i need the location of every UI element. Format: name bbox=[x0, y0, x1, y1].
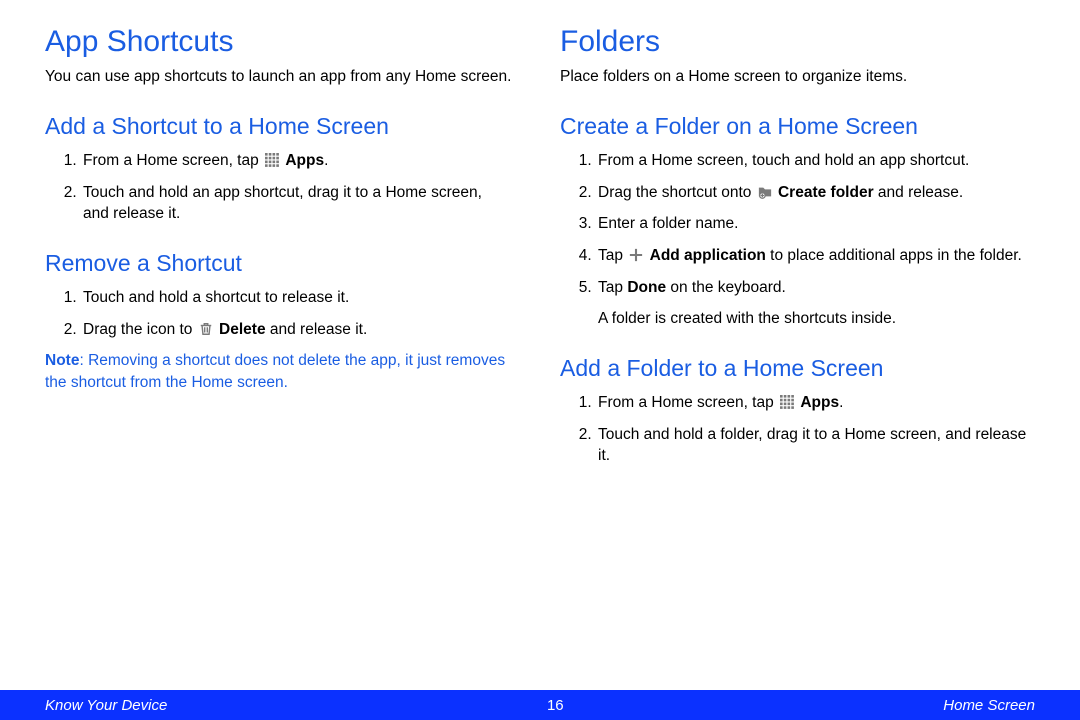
text: Drag the shortcut onto bbox=[598, 184, 756, 201]
apps-grid-icon bbox=[780, 395, 794, 409]
text: on the keyboard. bbox=[666, 279, 786, 296]
footer-page-number: 16 bbox=[547, 697, 564, 714]
step: From a Home screen, tap Apps. bbox=[596, 392, 1035, 414]
step: From a Home screen, tap Apps. bbox=[81, 150, 520, 172]
page: App Shortcuts You can use app shortcuts … bbox=[0, 0, 1080, 720]
right-column: Folders Place folders on a Home screen t… bbox=[560, 25, 1035, 477]
text: Drag the icon to bbox=[83, 321, 197, 338]
trash-icon bbox=[199, 322, 213, 336]
subheading-create-folder: Create a Folder on a Home Screen bbox=[560, 113, 1035, 140]
intro-folders: Place folders on a Home screen to organi… bbox=[560, 67, 1035, 88]
content-columns: App Shortcuts You can use app shortcuts … bbox=[0, 0, 1080, 477]
text: Tap bbox=[598, 247, 627, 264]
plus-icon bbox=[629, 248, 643, 262]
result-text: A folder is created with the shortcuts i… bbox=[598, 308, 1027, 330]
step: Drag the icon to Delete and release it. bbox=[81, 319, 520, 341]
delete-label: Delete bbox=[219, 321, 266, 338]
step: Touch and hold a shortcut to release it. bbox=[81, 287, 520, 309]
create-folder-label: Create folder bbox=[778, 184, 874, 201]
apps-label: Apps bbox=[285, 152, 324, 169]
text: . bbox=[324, 152, 328, 169]
note-remove-shortcut: Note: Removing a shortcut does not delet… bbox=[45, 350, 520, 393]
step: Touch and hold an app shortcut, drag it … bbox=[81, 182, 520, 225]
step: Tap Add application to place additional … bbox=[596, 245, 1035, 267]
apps-grid-icon bbox=[265, 153, 279, 167]
step: Drag the shortcut onto Create folder and… bbox=[596, 182, 1035, 204]
page-footer: Know Your Device 16 Home Screen bbox=[0, 690, 1080, 720]
heading-folders: Folders bbox=[560, 25, 1035, 59]
text: . bbox=[839, 394, 843, 411]
create-folder-icon bbox=[758, 185, 772, 199]
step: Enter a folder name. bbox=[596, 213, 1035, 235]
add-application-label: Add application bbox=[650, 247, 766, 264]
text: From a Home screen, tap bbox=[83, 152, 263, 169]
footer-right: Home Screen bbox=[943, 697, 1035, 714]
text: and release. bbox=[874, 184, 964, 201]
note-body: : Removing a shortcut does not delete th… bbox=[45, 352, 505, 391]
footer-left: Know Your Device bbox=[45, 697, 167, 714]
subheading-add-shortcut: Add a Shortcut to a Home Screen bbox=[45, 113, 520, 140]
steps-remove-shortcut: Touch and hold a shortcut to release it.… bbox=[45, 287, 520, 340]
apps-label: Apps bbox=[800, 394, 839, 411]
step: Tap Done on the keyboard. A folder is cr… bbox=[596, 277, 1035, 330]
steps-add-shortcut: From a Home screen, tap Apps. Touch and … bbox=[45, 150, 520, 225]
steps-create-folder: From a Home screen, touch and hold an ap… bbox=[560, 150, 1035, 330]
heading-app-shortcuts: App Shortcuts bbox=[45, 25, 520, 59]
left-column: App Shortcuts You can use app shortcuts … bbox=[45, 25, 520, 477]
done-label: Done bbox=[627, 279, 666, 296]
step: From a Home screen, touch and hold an ap… bbox=[596, 150, 1035, 172]
text: to place additional apps in the folder. bbox=[766, 247, 1022, 264]
subheading-remove-shortcut: Remove a Shortcut bbox=[45, 250, 520, 277]
subheading-add-folder: Add a Folder to a Home Screen bbox=[560, 355, 1035, 382]
text: From a Home screen, tap bbox=[598, 394, 778, 411]
note-label: Note bbox=[45, 352, 79, 369]
text: Tap bbox=[598, 279, 627, 296]
text: and release it. bbox=[266, 321, 368, 338]
intro-app-shortcuts: You can use app shortcuts to launch an a… bbox=[45, 67, 520, 88]
step: Touch and hold a folder, drag it to a Ho… bbox=[596, 424, 1035, 467]
steps-add-folder: From a Home screen, tap Apps. Touch and … bbox=[560, 392, 1035, 467]
